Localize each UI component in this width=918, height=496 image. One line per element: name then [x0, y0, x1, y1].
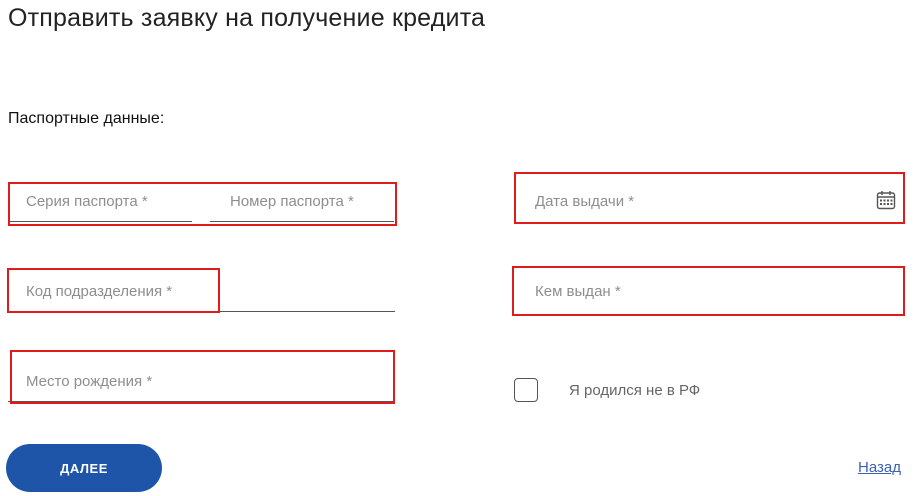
passport-series-input[interactable] [8, 188, 192, 214]
division-code-input[interactable] [8, 278, 395, 304]
birth-place-field[interactable] [8, 356, 395, 402]
issue-date-input[interactable] [514, 188, 904, 214]
passport-series-underline [8, 221, 192, 222]
page-title: Отправить заявку на получение кредита [8, 4, 486, 32]
issued-by-input[interactable] [514, 278, 904, 304]
passport-series-field[interactable] [8, 182, 192, 222]
section-label-passport: Паспортные данные: [8, 110, 165, 127]
passport-number-input[interactable] [210, 188, 394, 214]
born-outside-rf-label[interactable]: Я родился не в РФ [569, 382, 700, 399]
back-link[interactable]: Назад [858, 459, 901, 476]
calendar-icon[interactable] [876, 190, 896, 210]
born-outside-rf-checkbox[interactable] [514, 378, 538, 402]
division-code-field[interactable] [8, 270, 395, 312]
birth-place-input[interactable] [8, 368, 395, 394]
issued-by-field[interactable] [514, 268, 904, 312]
issue-date-field[interactable] [514, 174, 904, 222]
division-code-underline [8, 311, 395, 312]
next-button[interactable]: ДАЛЕЕ [6, 444, 162, 492]
passport-number-field[interactable] [210, 182, 394, 222]
passport-number-underline [210, 221, 394, 222]
birth-place-underline [8, 401, 395, 402]
